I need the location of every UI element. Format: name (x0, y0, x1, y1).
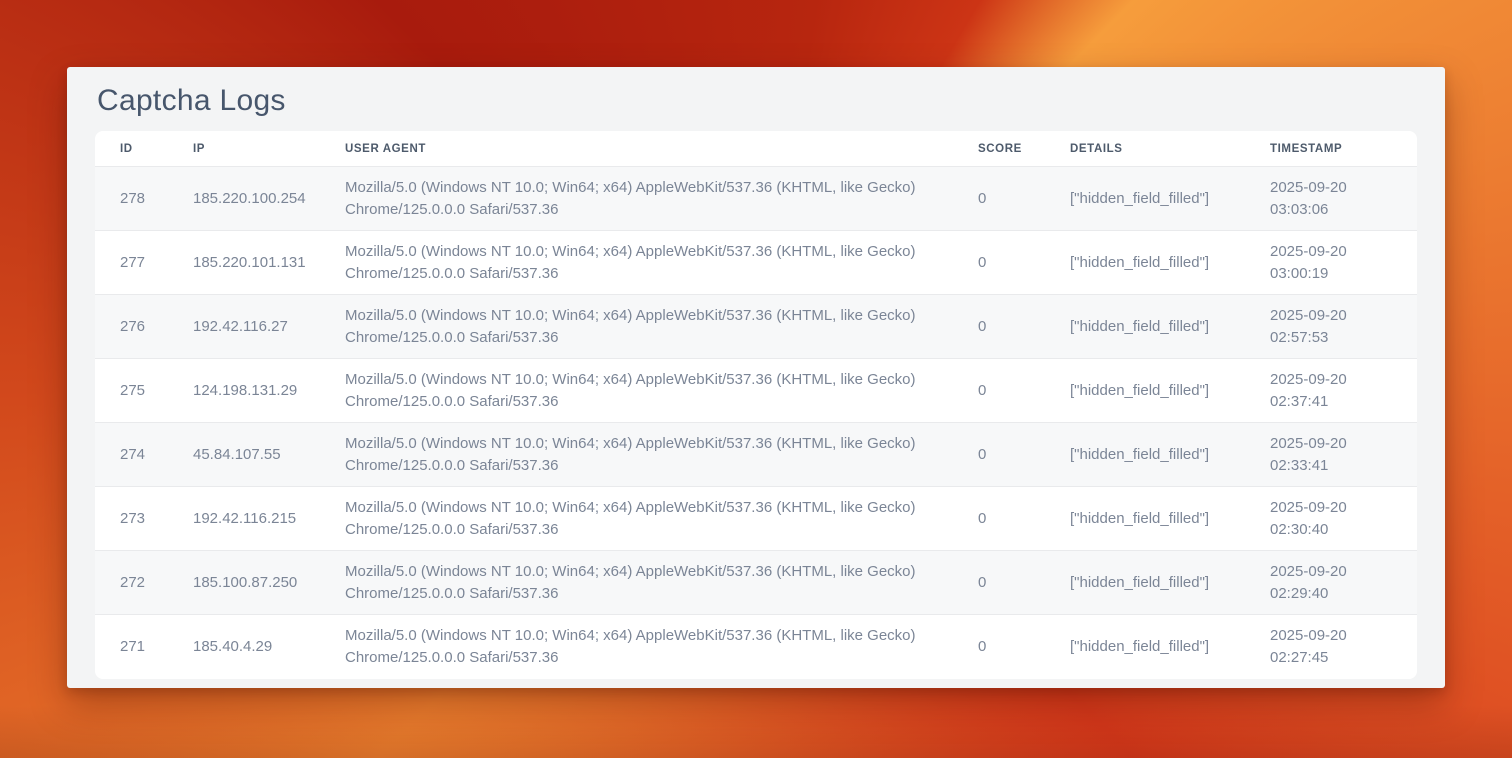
column-header-score: SCORE (953, 131, 1045, 167)
table-body: 278 185.220.100.254 Mozilla/5.0 (Windows… (95, 167, 1417, 679)
cell-ip: 185.40.4.29 (168, 615, 320, 679)
table-header: ID IP USER AGENT SCORE DETAILS TIMESTAMP (95, 131, 1417, 167)
cell-score: 0 (953, 167, 1045, 231)
cell-timestamp: 2025-09-20 02:33:41 (1245, 423, 1417, 487)
table-row: 277 185.220.101.131 Mozilla/5.0 (Windows… (95, 231, 1417, 295)
table-row: 275 124.198.131.29 Mozilla/5.0 (Windows … (95, 359, 1417, 423)
cell-ip: 192.42.116.27 (168, 295, 320, 359)
cell-details: ["hidden_field_filled"] (1045, 551, 1245, 615)
cell-id: 277 (95, 231, 168, 295)
captcha-logs-page: { "page": { "title": "Captcha Logs" }, "… (0, 0, 1512, 758)
cell-ip: 185.100.87.250 (168, 551, 320, 615)
table-row: 278 185.220.100.254 Mozilla/5.0 (Windows… (95, 167, 1417, 231)
cell-ip: 192.42.116.215 (168, 487, 320, 551)
cell-user-agent: Mozilla/5.0 (Windows NT 10.0; Win64; x64… (320, 359, 953, 423)
cell-score: 0 (953, 615, 1045, 679)
cell-score: 0 (953, 551, 1045, 615)
cell-id: 275 (95, 359, 168, 423)
logs-table-container: ID IP USER AGENT SCORE DETAILS TIMESTAMP… (95, 131, 1417, 679)
cell-timestamp: 2025-09-20 02:37:41 (1245, 359, 1417, 423)
cell-timestamp: 2025-09-20 03:03:06 (1245, 167, 1417, 231)
column-header-ip: IP (168, 131, 320, 167)
cell-score: 0 (953, 295, 1045, 359)
cell-timestamp: 2025-09-20 02:29:40 (1245, 551, 1417, 615)
cell-id: 276 (95, 295, 168, 359)
cell-timestamp: 2025-09-20 02:57:53 (1245, 295, 1417, 359)
table-row: 272 185.100.87.250 Mozilla/5.0 (Windows … (95, 551, 1417, 615)
cell-details: ["hidden_field_filled"] (1045, 487, 1245, 551)
cell-details: ["hidden_field_filled"] (1045, 359, 1245, 423)
cell-details: ["hidden_field_filled"] (1045, 295, 1245, 359)
cell-timestamp: 2025-09-20 02:27:45 (1245, 615, 1417, 679)
cell-user-agent: Mozilla/5.0 (Windows NT 10.0; Win64; x64… (320, 231, 953, 295)
cell-score: 0 (953, 423, 1045, 487)
cell-user-agent: Mozilla/5.0 (Windows NT 10.0; Win64; x64… (320, 615, 953, 679)
logs-table: ID IP USER AGENT SCORE DETAILS TIMESTAMP… (95, 131, 1417, 679)
cell-details: ["hidden_field_filled"] (1045, 615, 1245, 679)
cell-user-agent: Mozilla/5.0 (Windows NT 10.0; Win64; x64… (320, 551, 953, 615)
cell-ip: 45.84.107.55 (168, 423, 320, 487)
cell-id: 272 (95, 551, 168, 615)
column-header-details: DETAILS (1045, 131, 1245, 167)
table-row: 274 45.84.107.55 Mozilla/5.0 (Windows NT… (95, 423, 1417, 487)
table-row: 271 185.40.4.29 Mozilla/5.0 (Windows NT … (95, 615, 1417, 679)
cell-user-agent: Mozilla/5.0 (Windows NT 10.0; Win64; x64… (320, 295, 953, 359)
cell-ip: 185.220.101.131 (168, 231, 320, 295)
column-header-user-agent: USER AGENT (320, 131, 953, 167)
cell-user-agent: Mozilla/5.0 (Windows NT 10.0; Win64; x64… (320, 423, 953, 487)
table-row: 273 192.42.116.215 Mozilla/5.0 (Windows … (95, 487, 1417, 551)
cell-timestamp: 2025-09-20 03:00:19 (1245, 231, 1417, 295)
cell-ip: 185.220.100.254 (168, 167, 320, 231)
cell-id: 278 (95, 167, 168, 231)
column-header-id: ID (95, 131, 168, 167)
cell-id: 274 (95, 423, 168, 487)
captcha-logs-card: Captcha Logs ID IP USER AGENT SCORE DETA… (67, 67, 1445, 688)
cell-score: 0 (953, 359, 1045, 423)
table-row: 276 192.42.116.27 Mozilla/5.0 (Windows N… (95, 295, 1417, 359)
column-header-timestamp: TIMESTAMP (1245, 131, 1417, 167)
cell-details: ["hidden_field_filled"] (1045, 423, 1245, 487)
cell-score: 0 (953, 231, 1045, 295)
cell-score: 0 (953, 487, 1045, 551)
cell-user-agent: Mozilla/5.0 (Windows NT 10.0; Win64; x64… (320, 167, 953, 231)
cell-id: 271 (95, 615, 168, 679)
cell-id: 273 (95, 487, 168, 551)
cell-details: ["hidden_field_filled"] (1045, 167, 1245, 231)
cell-user-agent: Mozilla/5.0 (Windows NT 10.0; Win64; x64… (320, 487, 953, 551)
cell-ip: 124.198.131.29 (168, 359, 320, 423)
cell-timestamp: 2025-09-20 02:30:40 (1245, 487, 1417, 551)
cell-details: ["hidden_field_filled"] (1045, 231, 1245, 295)
page-title: Captcha Logs (95, 81, 1417, 121)
